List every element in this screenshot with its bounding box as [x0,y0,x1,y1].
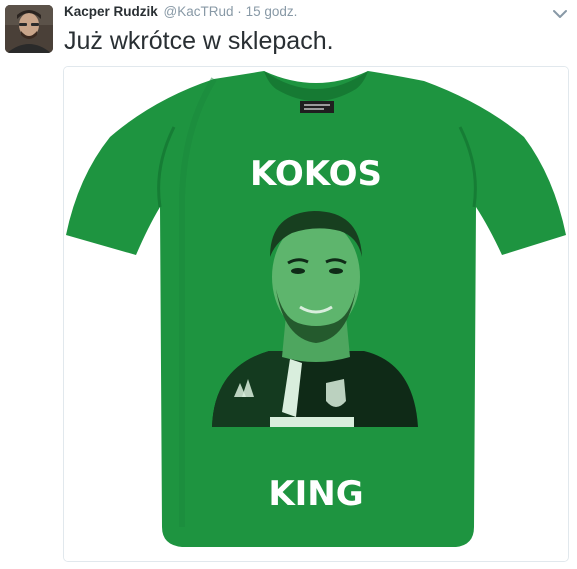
author-handle[interactable]: @KacTRud [164,4,234,19]
avatar[interactable] [5,5,53,53]
author-name[interactable]: Kacper Rudzik [64,4,158,19]
shirt-top-text: KOKOS [250,154,382,194]
shirt-bottom-text: KING [268,474,363,514]
tweet-header: Kacper Rudzik @KacTRud · 15 godz. [64,3,297,21]
timestamp[interactable]: 15 godz. [246,4,298,19]
tweet-text: Już wkrótce w sklepach. [64,27,334,55]
tweet: Kacper Rudzik @KacTRud · 15 godz. Już wk… [0,0,577,569]
t-shirt-photo: KOKOS KING [64,67,568,561]
separator: · [237,4,242,19]
chevron-down-icon[interactable] [553,6,567,18]
tweet-media[interactable]: KOKOS KING [63,66,569,562]
